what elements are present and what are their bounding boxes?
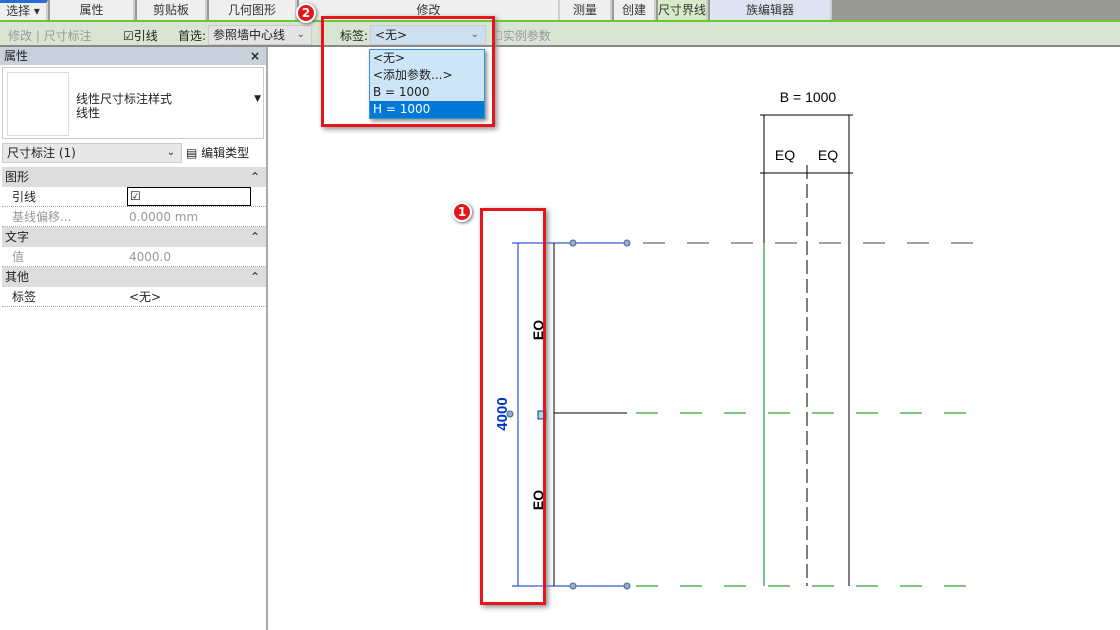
annotation-badge-2: 2 <box>296 3 316 23</box>
annotation-badge-1: 1 <box>452 202 472 222</box>
eq-label: EQ <box>775 147 795 163</box>
highlight-box-label <box>321 16 495 127</box>
highlight-box-dimension <box>480 208 546 605</box>
drag-handle[interactable] <box>569 239 577 247</box>
b-dimension-label[interactable]: B = 1000 <box>780 89 837 105</box>
drag-handle[interactable] <box>569 582 577 590</box>
drag-handle[interactable] <box>623 582 631 590</box>
drag-handle[interactable] <box>623 239 631 247</box>
eq-label: EQ <box>818 147 838 163</box>
drawing-canvas[interactable]: B = 1000 EQ EQ EQ EQ 4000 <box>0 0 1120 630</box>
